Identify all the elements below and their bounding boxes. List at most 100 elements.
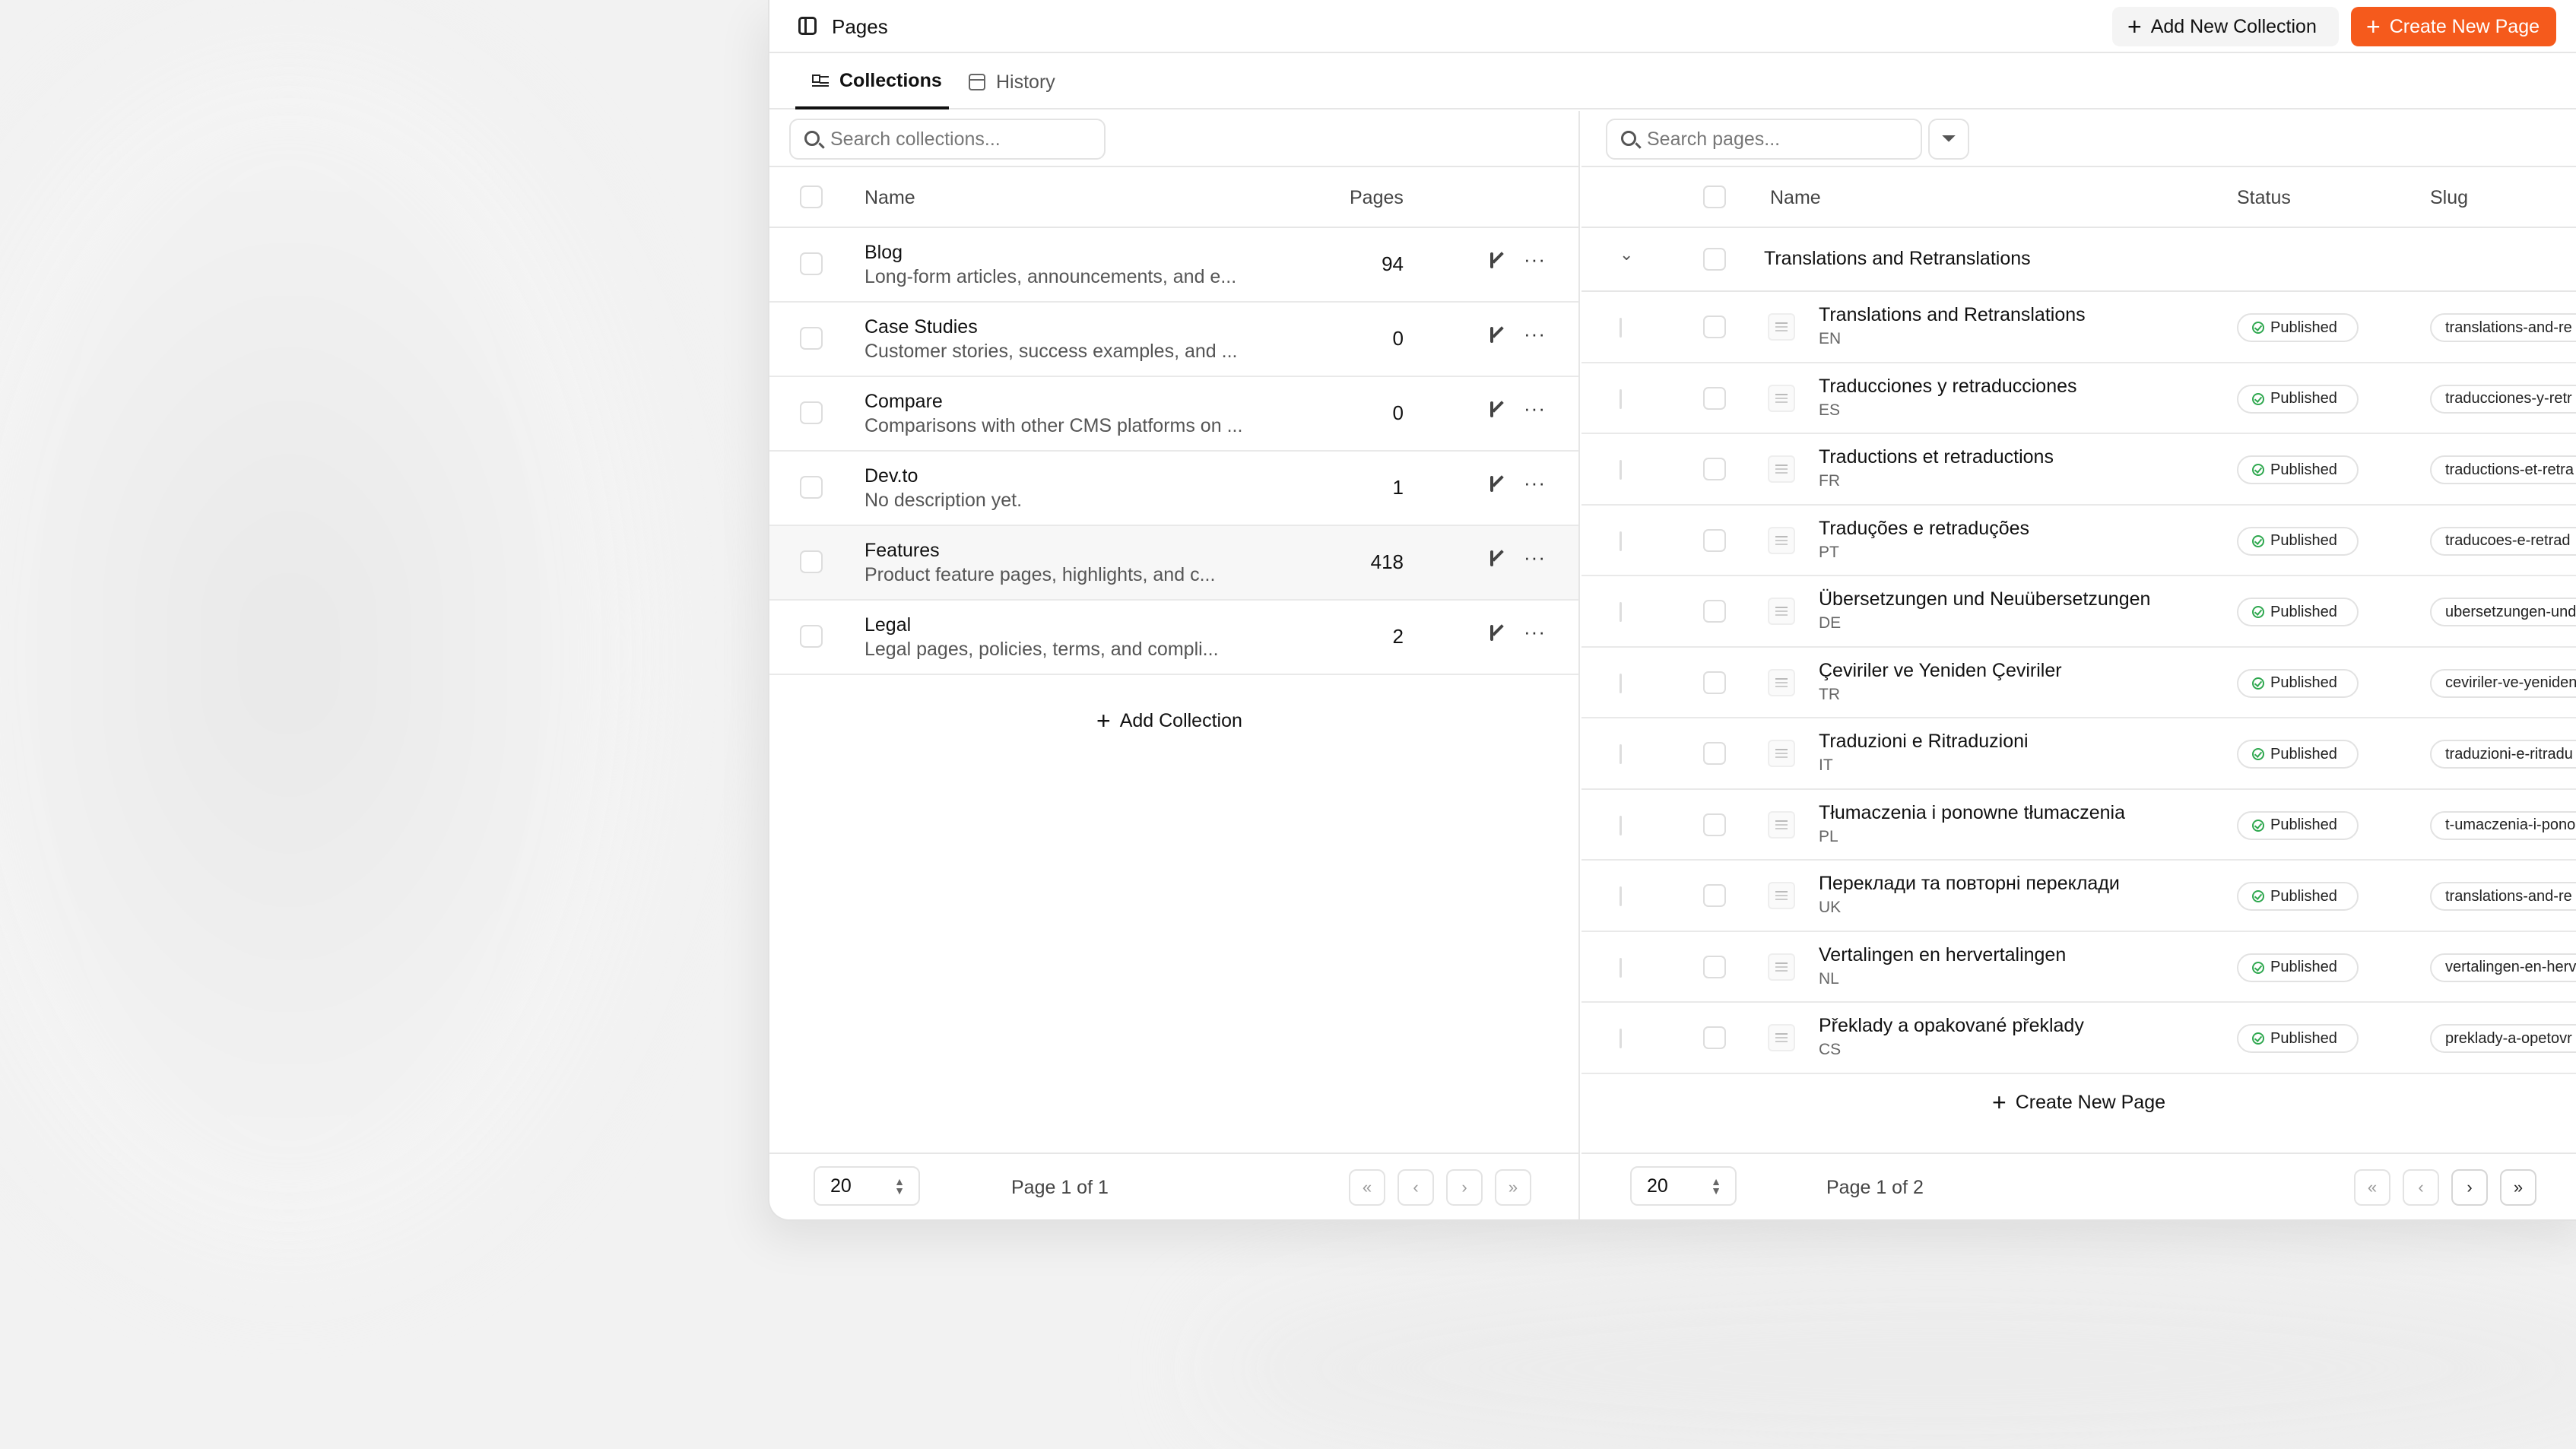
more-options-icon[interactable]: ··· [1524,322,1546,346]
drag-handle-icon[interactable] [1620,815,1622,835]
page-row[interactable]: Переклади та повторні переклади UK Publi… [1581,861,2576,932]
first-page-button[interactable]: « [1349,1169,1385,1206]
row-checkbox[interactable] [1703,742,1726,765]
create-new-page-link[interactable]: + Create New Page [1992,1090,2165,1114]
page-language: ES [1819,401,1841,419]
row-checkbox[interactable] [800,327,823,350]
prev-page-button[interactable]: ‹ [1397,1169,1434,1206]
more-options-icon[interactable]: ··· [1524,620,1546,644]
drag-handle-icon[interactable] [1620,957,1622,978]
slug-badge: traductions-et-retra [2430,455,2576,484]
add-new-collection-button[interactable]: + Add New Collection [2112,7,2339,46]
filter-button[interactable]: ⏷ [1928,119,1969,160]
page-row[interactable]: Překlady a opakované překlady CS Publish… [1581,1003,2576,1074]
collection-row[interactable]: Dev.to No description yet. 1 ··· [769,452,1578,526]
sidebar-toggle-icon[interactable] [798,17,817,35]
page-name: Traducciones y retraducciones [1819,375,2077,397]
collection-row[interactable]: Compare Comparisons with other CMS platf… [769,377,1578,452]
collection-row[interactable]: Features Product feature pages, highligh… [769,526,1578,601]
row-checkbox[interactable] [1703,600,1726,623]
collection-row[interactable]: Case Studies Customer stories, success e… [769,303,1578,377]
page-size-select[interactable]: 20 ▲ ▼ [1630,1166,1737,1206]
edit-icon[interactable] [1490,401,1508,421]
tab-history[interactable]: History [961,55,1055,109]
column-header-status[interactable]: Status [2237,187,2291,209]
drag-handle-icon[interactable] [1620,460,1622,480]
more-options-icon[interactable]: ··· [1524,546,1546,569]
row-checkbox[interactable] [800,625,823,648]
prev-page-button[interactable]: ‹ [2403,1169,2439,1206]
row-checkbox[interactable] [1703,813,1726,836]
column-header-pages[interactable]: Pages [1350,187,1404,209]
page-row[interactable]: Übersetzungen und Neuübersetzungen DE Pu… [1581,576,2576,648]
page-row[interactable]: Translations and Retranslations EN Publi… [1581,292,2576,363]
page-row[interactable]: Çeviriler ve Yeniden Çeviriler TR Publis… [1581,648,2576,718]
row-checkbox[interactable] [1703,1026,1726,1049]
tab-collections[interactable]: Collections [795,55,949,109]
drag-handle-icon[interactable] [1620,673,1622,693]
add-collection-button[interactable]: + Add Collection [1096,709,1242,733]
status-label: Published [2270,816,2337,833]
edit-icon[interactable] [1490,476,1508,496]
page-title: Pages [832,15,888,38]
search-pages-input[interactable]: Search pages... [1606,119,1922,160]
drag-handle-icon[interactable] [1620,388,1622,409]
page-size-select[interactable]: 20 ▲ ▼ [814,1166,920,1206]
row-checkbox[interactable] [1703,458,1726,480]
drag-handle-icon[interactable] [1620,886,1622,906]
drag-handle-icon[interactable] [1620,318,1622,338]
last-page-button[interactable]: » [2500,1169,2536,1206]
edit-icon[interactable] [1490,625,1508,645]
collections-pagination: 20 ▲ ▼ Page 1 of 1 « ‹ › » [769,1153,1578,1219]
collection-row[interactable]: Blog Long-form articles, announcements, … [769,228,1578,303]
check-circle-icon [2252,890,2264,902]
more-options-icon[interactable]: ··· [1524,248,1546,271]
row-checkbox[interactable] [1703,671,1726,694]
page-name: Übersetzungen und Neuübersetzungen [1819,588,2151,610]
page-row[interactable]: Traduzioni e Ritraduzioni IT Published t… [1581,718,2576,790]
slug-badge: vertalingen-en-herv [2430,953,2576,982]
edit-icon[interactable] [1490,327,1508,347]
search-collections-input[interactable]: Search collections... [789,119,1106,160]
row-checkbox[interactable] [1703,955,1726,978]
plus-icon: + [2127,13,2142,40]
drag-handle-icon[interactable] [1620,531,1622,551]
first-page-button[interactable]: « [2354,1169,2390,1206]
drag-handle-icon[interactable] [1620,602,1622,622]
row-checkbox[interactable] [1703,528,1726,552]
page-row[interactable]: Tłumaczenia i ponowne tłumaczenia PL Pub… [1581,790,2576,861]
select-all-checkbox[interactable] [800,185,823,208]
create-new-page-button[interactable]: + Create New Page [2351,7,2556,46]
row-checkbox[interactable] [1703,884,1726,907]
drag-handle-icon[interactable] [1620,1029,1622,1048]
more-options-icon[interactable]: ··· [1524,397,1546,420]
page-row[interactable]: Traducciones y retraducciones ES Publish… [1581,363,2576,434]
chevron-down-icon[interactable]: ⌄ [1620,245,1633,265]
drag-handle-icon[interactable] [1620,744,1622,764]
collection-row[interactable]: Legal Legal pages, policies, terms, and … [769,601,1578,675]
row-checkbox[interactable] [800,550,823,573]
next-page-button[interactable]: › [2451,1169,2488,1206]
row-checkbox[interactable] [800,476,823,499]
row-checkbox[interactable] [800,252,823,275]
group-checkbox[interactable] [1703,248,1726,271]
last-page-button[interactable]: » [1495,1169,1531,1206]
next-page-button[interactable]: › [1446,1169,1483,1206]
row-checkbox[interactable] [800,401,823,424]
page-row[interactable]: Traductions et retraductions FR Publishe… [1581,434,2576,506]
column-header-name[interactable]: Name [864,187,915,209]
select-all-checkbox[interactable] [1703,185,1726,208]
column-header-name[interactable]: Name [1770,187,1821,209]
row-checkbox[interactable] [1703,315,1726,338]
edit-icon[interactable] [1490,550,1508,570]
page-thumbnail [1768,384,1795,412]
status-badge: Published [2237,384,2359,414]
row-checkbox[interactable] [1703,386,1726,410]
edit-icon[interactable] [1490,252,1508,272]
group-row[interactable]: ⌄ Translations and Retranslations [1581,228,2576,292]
more-options-icon[interactable]: ··· [1524,471,1546,495]
search-placeholder: Search pages... [1647,128,1781,150]
column-header-slug[interactable]: Slug [2430,187,2468,209]
page-row[interactable]: Traduções e retraduções PT Published tra… [1581,506,2576,576]
page-row[interactable]: Vertalingen en hervertalingen NL Publish… [1581,932,2576,1003]
